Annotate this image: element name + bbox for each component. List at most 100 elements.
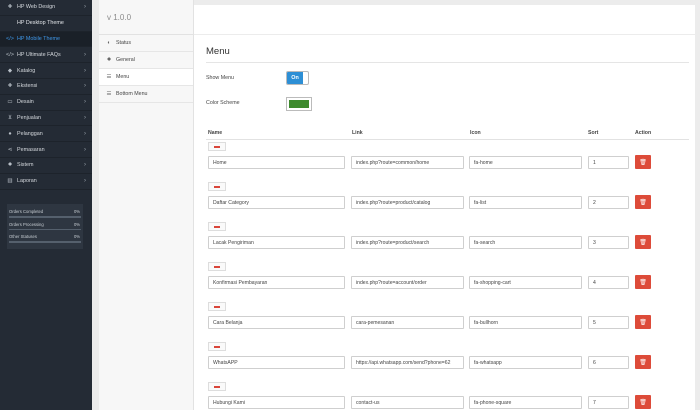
sidebar-item-ekstensi[interactable]: ✚ Ekstensi › [0, 79, 92, 95]
sidebar-item-hp-mobile-theme[interactable]: </> HP Mobile Theme [0, 31, 92, 48]
table-header-divider [206, 139, 689, 140]
module-version: v 1.0.0 [99, 0, 193, 35]
chevron-right-icon: › [84, 99, 86, 106]
menu-name-input[interactable]: Home [208, 156, 345, 169]
subnav-item-label: Status [116, 40, 132, 46]
order-stat-percent: 0% [73, 234, 80, 239]
subnav-item-status[interactable]: ◐ Status [99, 35, 193, 52]
main-sidebar: ✚ HP Web Design › HP Desktop Theme </> HP Mob… [0, 0, 92, 410]
trash-icon: 🗑 [639, 239, 647, 246]
menu-name-input[interactable]: Konfirmasi Pembayaran [208, 276, 345, 289]
order-stat-bar [9, 228, 81, 230]
row-remove-tab[interactable] [208, 342, 226, 351]
main-panel: Menu Show Menu On Color Scheme Name Link… [194, 5, 695, 410]
delete-row-button[interactable]: 🗑 [635, 395, 651, 409]
sidebar-item-hp-desktop-theme[interactable]: HP Desktop Theme [0, 16, 92, 32]
menu-link-input[interactable]: https://api.whatsapp.com/send?phone=62 [351, 356, 464, 369]
trash-icon: 🗑 [639, 359, 647, 366]
subnav-item-menu[interactable]: ☰ Menu [99, 69, 193, 86]
menu-name-input[interactable]: Daftar Category [208, 196, 345, 209]
menu-name-input[interactable]: Cara Belanja [208, 316, 345, 329]
menu-icon-input[interactable]: fa-phone-square [469, 396, 582, 409]
delete-row-button[interactable]: 🗑 [635, 235, 651, 249]
table-row: Daftar Category index.php?route=product/c… [194, 182, 695, 222]
menu-sort-input[interactable]: 1 [588, 156, 629, 169]
sidebar-item-hp-ultimate-faqs[interactable]: </> HP Ultimate FAQs › [0, 47, 92, 64]
menu-link-input[interactable]: contact-us [351, 396, 464, 409]
table-row: Konfirmasi Pembayaran index.php?route=acc… [194, 262, 695, 302]
minus-icon [214, 386, 220, 388]
color-scheme-picker[interactable] [286, 97, 312, 111]
menu-name-input[interactable]: Hubungi Kami [208, 396, 345, 409]
subnav-item-general[interactable]: ✹ General [99, 52, 193, 69]
menu-sort-input[interactable]: 2 [588, 196, 629, 209]
delete-row-button[interactable]: 🗑 [635, 275, 651, 289]
sidebar-item-katalog[interactable]: ◆ Katalog › [0, 63, 92, 79]
chevron-right-icon: › [84, 4, 86, 11]
menu-sort-input[interactable]: 4 [588, 276, 629, 289]
show-menu-toggle[interactable]: On [286, 71, 309, 85]
sidebar-item-sistem[interactable]: ✹ Sistem › [0, 158, 92, 174]
sidebar-item-label: HP Web Design [17, 4, 56, 11]
order-stat: Orders Processing 0% [9, 221, 81, 230]
sidebar-item-label: HP Mobile Theme [17, 35, 60, 42]
menu-sort-input[interactable]: 7 [588, 396, 629, 409]
sidebar-item-label: Desain [17, 99, 34, 106]
subnav-item-label: Menu [116, 74, 130, 80]
color-scheme-label: Color Scheme [206, 100, 240, 106]
puzzle-icon: ✚ [7, 4, 13, 11]
order-stat-percent: 0% [73, 221, 80, 227]
row-remove-tab[interactable] [208, 262, 226, 271]
table-row: Home index.php?route=common/home fa-home 1 🗑 [194, 142, 695, 182]
menu-sort-input[interactable]: 6 [588, 356, 629, 369]
row-remove-tab[interactable] [208, 382, 226, 391]
menu-icon-input[interactable]: fa-list [469, 196, 582, 209]
order-stat-label: Orders Processing [9, 221, 44, 227]
row-remove-tab[interactable] [208, 302, 226, 311]
table-row: Cara Belanja cara-pemesanan fa-bullhorn 5 🗑 [194, 302, 695, 342]
sidebar-item-label: HP Ultimate FAQs [17, 51, 61, 58]
sidebar-item-laporan[interactable]: ▥ Laporan › [0, 174, 92, 190]
menu-name-input[interactable]: Lacak Pengiriman [208, 236, 345, 249]
sidebar-item-penjualan[interactable]: ⊻ Penjualan › [0, 111, 92, 127]
delete-row-button[interactable]: 🗑 [635, 315, 651, 329]
menu-sort-input[interactable]: 5 [588, 316, 629, 329]
menu-icon-input[interactable]: fa-bullhorn [469, 316, 582, 329]
delete-row-button[interactable]: 🗑 [635, 155, 651, 169]
menu-link-input[interactable]: index.php?route=common/home [351, 156, 464, 169]
show-menu-label: Show Menu [206, 75, 234, 81]
row-remove-tab[interactable] [208, 222, 226, 231]
menu-sort-input[interactable]: 3 [588, 236, 629, 249]
col-header-link: Link [352, 130, 363, 136]
minus-icon [214, 346, 220, 348]
menu-link-input[interactable]: cara-pemesanan [351, 316, 464, 329]
sidebar-item-desain[interactable]: ▭ Desain › [0, 95, 92, 111]
chart-icon: ▥ [7, 178, 13, 185]
chevron-right-icon: › [84, 146, 86, 153]
menu-icon-input[interactable]: fa-home [469, 156, 582, 169]
chevron-right-icon: › [84, 67, 86, 74]
delete-row-button[interactable]: 🗑 [635, 355, 651, 369]
table-row: WhatsAPP https://api.whatsapp.com/send?ph… [194, 342, 695, 382]
sidebar-item-label: Penjualan [17, 114, 41, 121]
row-remove-tab[interactable] [208, 142, 226, 151]
menu-link-input[interactable]: index.php?route=product/search [351, 236, 464, 249]
minus-icon [214, 186, 220, 188]
subnav-item-bottom-menu[interactable]: ☰ Bottom Menu [99, 86, 193, 103]
order-stat-bar [9, 241, 81, 243]
sidebar-item-pelanggan[interactable]: ● Pelanggan › [0, 126, 92, 143]
menu-link-input[interactable]: index.php?route=product/catalog [351, 196, 464, 209]
delete-row-button[interactable]: 🗑 [635, 195, 651, 209]
sidebar-item-label: Pelanggan [17, 130, 43, 137]
sidebar-item-label: Sistem [17, 162, 34, 169]
row-remove-tab[interactable] [208, 182, 226, 191]
cart-icon: ⊻ [7, 114, 13, 121]
menu-icon-input[interactable]: fa-shopping-cart [469, 276, 582, 289]
menu-link-input[interactable]: index.php?route=account/order [351, 276, 464, 289]
menu-icon-input[interactable]: fa-whatsapp [469, 356, 582, 369]
menu-name-input[interactable]: WhatsAPP [208, 356, 345, 369]
sidebar-item-pemasaran[interactable]: ⋖ Pemasaran › [0, 142, 92, 158]
menu-icon-input[interactable]: fa-search [469, 236, 582, 249]
col-header-icon: Icon [470, 130, 481, 136]
sidebar-item-hp-web-design[interactable]: ✚ HP Web Design › [0, 0, 92, 16]
